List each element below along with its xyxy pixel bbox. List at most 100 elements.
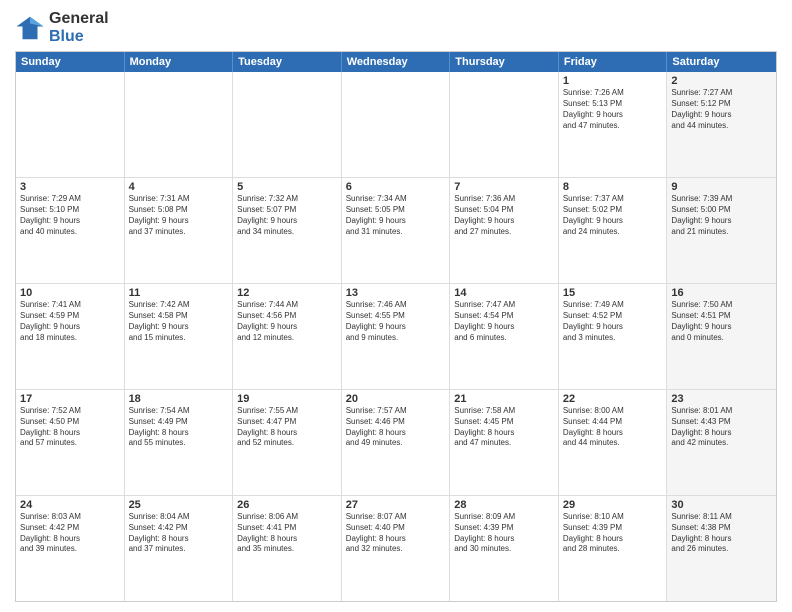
day-cell-14: 14Sunrise: 7:47 AM Sunset: 4:54 PM Dayli… <box>450 284 559 389</box>
day-info-27: Sunrise: 8:07 AM Sunset: 4:40 PM Dayligh… <box>346 512 446 555</box>
day-number-24: 24 <box>20 499 120 511</box>
day-number-25: 25 <box>129 499 229 511</box>
logo: General Blue <box>15 10 109 45</box>
day-info-5: Sunrise: 7:32 AM Sunset: 5:07 PM Dayligh… <box>237 194 337 237</box>
day-info-24: Sunrise: 8:03 AM Sunset: 4:42 PM Dayligh… <box>20 512 120 555</box>
day-info-16: Sunrise: 7:50 AM Sunset: 4:51 PM Dayligh… <box>671 300 772 343</box>
day-number-16: 16 <box>671 287 772 299</box>
day-cell-20: 20Sunrise: 7:57 AM Sunset: 4:46 PM Dayli… <box>342 390 451 495</box>
header-day-friday: Friday <box>559 52 668 72</box>
day-cell-16: 16Sunrise: 7:50 AM Sunset: 4:51 PM Dayli… <box>667 284 776 389</box>
day-number-13: 13 <box>346 287 446 299</box>
day-cell-6: 6Sunrise: 7:34 AM Sunset: 5:05 PM Daylig… <box>342 178 451 283</box>
day-info-4: Sunrise: 7:31 AM Sunset: 5:08 PM Dayligh… <box>129 194 229 237</box>
day-cell-23: 23Sunrise: 8:01 AM Sunset: 4:43 PM Dayli… <box>667 390 776 495</box>
header-day-wednesday: Wednesday <box>342 52 451 72</box>
day-info-25: Sunrise: 8:04 AM Sunset: 4:42 PM Dayligh… <box>129 512 229 555</box>
day-info-15: Sunrise: 7:49 AM Sunset: 4:52 PM Dayligh… <box>563 300 663 343</box>
day-info-2: Sunrise: 7:27 AM Sunset: 5:12 PM Dayligh… <box>671 88 772 131</box>
day-info-11: Sunrise: 7:42 AM Sunset: 4:58 PM Dayligh… <box>129 300 229 343</box>
day-number-6: 6 <box>346 181 446 193</box>
empty-cell-0-3 <box>342 72 451 177</box>
day-number-5: 5 <box>237 181 337 193</box>
day-cell-28: 28Sunrise: 8:09 AM Sunset: 4:39 PM Dayli… <box>450 496 559 601</box>
day-number-17: 17 <box>20 393 120 405</box>
day-cell-25: 25Sunrise: 8:04 AM Sunset: 4:42 PM Dayli… <box>125 496 234 601</box>
day-info-7: Sunrise: 7:36 AM Sunset: 5:04 PM Dayligh… <box>454 194 554 237</box>
day-number-4: 4 <box>129 181 229 193</box>
day-info-29: Sunrise: 8:10 AM Sunset: 4:39 PM Dayligh… <box>563 512 663 555</box>
header-day-thursday: Thursday <box>450 52 559 72</box>
day-cell-3: 3Sunrise: 7:29 AM Sunset: 5:10 PM Daylig… <box>16 178 125 283</box>
day-number-12: 12 <box>237 287 337 299</box>
day-cell-26: 26Sunrise: 8:06 AM Sunset: 4:41 PM Dayli… <box>233 496 342 601</box>
day-number-28: 28 <box>454 499 554 511</box>
day-info-28: Sunrise: 8:09 AM Sunset: 4:39 PM Dayligh… <box>454 512 554 555</box>
day-info-30: Sunrise: 8:11 AM Sunset: 4:38 PM Dayligh… <box>671 512 772 555</box>
day-cell-27: 27Sunrise: 8:07 AM Sunset: 4:40 PM Dayli… <box>342 496 451 601</box>
header-day-sunday: Sunday <box>16 52 125 72</box>
empty-cell-0-4 <box>450 72 559 177</box>
logo-icon <box>15 13 45 43</box>
header-day-tuesday: Tuesday <box>233 52 342 72</box>
day-number-20: 20 <box>346 393 446 405</box>
day-info-1: Sunrise: 7:26 AM Sunset: 5:13 PM Dayligh… <box>563 88 663 131</box>
empty-cell-0-1 <box>125 72 234 177</box>
calendar-header: SundayMondayTuesdayWednesdayThursdayFrid… <box>16 52 776 72</box>
day-info-12: Sunrise: 7:44 AM Sunset: 4:56 PM Dayligh… <box>237 300 337 343</box>
day-info-14: Sunrise: 7:47 AM Sunset: 4:54 PM Dayligh… <box>454 300 554 343</box>
day-number-27: 27 <box>346 499 446 511</box>
empty-cell-0-2 <box>233 72 342 177</box>
day-number-2: 2 <box>671 75 772 87</box>
day-number-22: 22 <box>563 393 663 405</box>
day-cell-18: 18Sunrise: 7:54 AM Sunset: 4:49 PM Dayli… <box>125 390 234 495</box>
day-cell-2: 2Sunrise: 7:27 AM Sunset: 5:12 PM Daylig… <box>667 72 776 177</box>
day-cell-8: 8Sunrise: 7:37 AM Sunset: 5:02 PM Daylig… <box>559 178 668 283</box>
day-number-29: 29 <box>563 499 663 511</box>
day-cell-19: 19Sunrise: 7:55 AM Sunset: 4:47 PM Dayli… <box>233 390 342 495</box>
day-number-10: 10 <box>20 287 120 299</box>
day-cell-13: 13Sunrise: 7:46 AM Sunset: 4:55 PM Dayli… <box>342 284 451 389</box>
header-day-monday: Monday <box>125 52 234 72</box>
calendar-body: 1Sunrise: 7:26 AM Sunset: 5:13 PM Daylig… <box>16 72 776 601</box>
day-number-14: 14 <box>454 287 554 299</box>
day-cell-9: 9Sunrise: 7:39 AM Sunset: 5:00 PM Daylig… <box>667 178 776 283</box>
day-info-20: Sunrise: 7:57 AM Sunset: 4:46 PM Dayligh… <box>346 406 446 449</box>
calendar-row-3: 17Sunrise: 7:52 AM Sunset: 4:50 PM Dayli… <box>16 389 776 495</box>
day-info-3: Sunrise: 7:29 AM Sunset: 5:10 PM Dayligh… <box>20 194 120 237</box>
day-cell-22: 22Sunrise: 8:00 AM Sunset: 4:44 PM Dayli… <box>559 390 668 495</box>
calendar-row-1: 3Sunrise: 7:29 AM Sunset: 5:10 PM Daylig… <box>16 177 776 283</box>
day-number-3: 3 <box>20 181 120 193</box>
day-cell-1: 1Sunrise: 7:26 AM Sunset: 5:13 PM Daylig… <box>559 72 668 177</box>
day-number-1: 1 <box>563 75 663 87</box>
day-number-18: 18 <box>129 393 229 405</box>
day-number-11: 11 <box>129 287 229 299</box>
logo-text-line1: General <box>49 10 109 28</box>
day-info-18: Sunrise: 7:54 AM Sunset: 4:49 PM Dayligh… <box>129 406 229 449</box>
calendar: SundayMondayTuesdayWednesdayThursdayFrid… <box>15 51 777 602</box>
day-number-26: 26 <box>237 499 337 511</box>
page: General Blue SundayMondayTuesdayWednesda… <box>0 0 792 612</box>
calendar-row-2: 10Sunrise: 7:41 AM Sunset: 4:59 PM Dayli… <box>16 283 776 389</box>
day-cell-7: 7Sunrise: 7:36 AM Sunset: 5:04 PM Daylig… <box>450 178 559 283</box>
day-cell-30: 30Sunrise: 8:11 AM Sunset: 4:38 PM Dayli… <box>667 496 776 601</box>
day-info-8: Sunrise: 7:37 AM Sunset: 5:02 PM Dayligh… <box>563 194 663 237</box>
day-info-26: Sunrise: 8:06 AM Sunset: 4:41 PM Dayligh… <box>237 512 337 555</box>
day-info-23: Sunrise: 8:01 AM Sunset: 4:43 PM Dayligh… <box>671 406 772 449</box>
logo-text-line2: Blue <box>49 28 109 46</box>
day-cell-4: 4Sunrise: 7:31 AM Sunset: 5:08 PM Daylig… <box>125 178 234 283</box>
day-info-6: Sunrise: 7:34 AM Sunset: 5:05 PM Dayligh… <box>346 194 446 237</box>
day-cell-17: 17Sunrise: 7:52 AM Sunset: 4:50 PM Dayli… <box>16 390 125 495</box>
day-info-22: Sunrise: 8:00 AM Sunset: 4:44 PM Dayligh… <box>563 406 663 449</box>
day-cell-5: 5Sunrise: 7:32 AM Sunset: 5:07 PM Daylig… <box>233 178 342 283</box>
day-info-19: Sunrise: 7:55 AM Sunset: 4:47 PM Dayligh… <box>237 406 337 449</box>
day-info-17: Sunrise: 7:52 AM Sunset: 4:50 PM Dayligh… <box>20 406 120 449</box>
day-info-21: Sunrise: 7:58 AM Sunset: 4:45 PM Dayligh… <box>454 406 554 449</box>
day-number-21: 21 <box>454 393 554 405</box>
calendar-row-0: 1Sunrise: 7:26 AM Sunset: 5:13 PM Daylig… <box>16 72 776 177</box>
day-cell-15: 15Sunrise: 7:49 AM Sunset: 4:52 PM Dayli… <box>559 284 668 389</box>
day-info-9: Sunrise: 7:39 AM Sunset: 5:00 PM Dayligh… <box>671 194 772 237</box>
day-number-15: 15 <box>563 287 663 299</box>
empty-cell-0-0 <box>16 72 125 177</box>
day-info-10: Sunrise: 7:41 AM Sunset: 4:59 PM Dayligh… <box>20 300 120 343</box>
